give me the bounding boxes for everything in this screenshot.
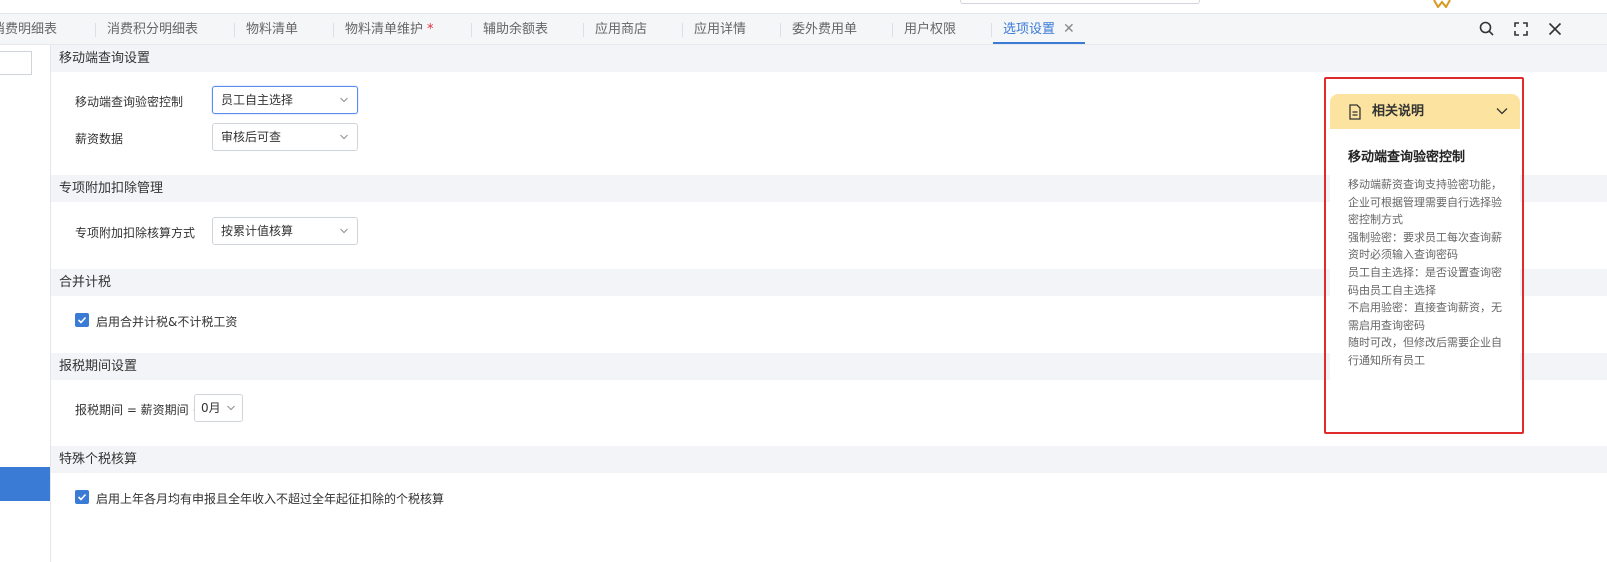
section-special-tax: 特殊个税核算 [51,446,1607,473]
chevron-down-icon [340,228,348,234]
top-bar [0,0,1607,14]
mascot-icon [1433,0,1451,8]
checkmark-icon [77,316,87,324]
deduction-method-label: 专项附加扣除核算方式 [75,226,196,240]
special-tax-checkbox[interactable] [75,490,89,504]
tab-bar: 消费明细表 消费积分明细表 物料清单 物料清单维护* 辅助余额表 应用商店 应用… [0,14,1607,45]
modified-marker: * [427,22,434,37]
chevron-down-icon [340,134,348,140]
tab-separator [471,23,472,37]
deduction-method-select[interactable]: 按累计值核算 [212,217,358,245]
salary-data-select[interactable]: 审核后可查 [212,123,358,151]
close-icon[interactable] [1546,20,1564,38]
tab-bom-maintenance[interactable]: 物料清单维护 * [345,14,434,45]
tab-aux-balance[interactable]: 辅助余额表 [483,14,548,45]
tab-points-detail[interactable]: 消费积分明细表 [107,14,198,45]
tab-separator [780,23,781,37]
left-panel [0,45,51,562]
tax-period-formula-label: 报税期间 = 薪资期间 + [75,403,203,417]
tab-separator [991,23,992,37]
special-tax-checkbox-label: 启用上年各月均有申报且全年收入不超过全年起征扣除的个税核算 [96,492,445,506]
left-selected-item[interactable] [0,467,50,501]
help-highlight-outline [1324,77,1524,434]
merged-tax-checkbox-label: 启用合并计税&不计税工资 [96,315,238,329]
search-icon[interactable] [1478,20,1496,38]
chevron-down-icon [340,97,348,103]
tab-separator [333,23,334,37]
tab-app-detail[interactable]: 应用详情 [694,14,746,45]
tab-separator [682,23,683,37]
tax-period-offset-select[interactable]: 0月 [194,394,243,422]
tab-consumption-detail[interactable]: 消费明细表 [0,14,57,45]
mobile-verify-label: 移动端查询验密控制 [75,95,184,109]
tab-app-store[interactable]: 应用商店 [595,14,647,45]
checkmark-icon [77,493,87,501]
tab-separator [95,23,96,37]
tab-user-permissions[interactable]: 用户权限 [904,14,956,45]
tab-close-icon[interactable]: ✕ [1063,21,1075,37]
tab-separator [234,23,235,37]
salary-data-label: 薪资数据 [75,132,124,146]
merged-tax-checkbox[interactable] [75,313,89,327]
fullscreen-icon[interactable] [1512,20,1530,38]
global-search-box[interactable] [960,0,1200,4]
tab-separator [892,23,893,37]
mobile-verify-select[interactable]: 员工自主选择 [212,86,358,114]
chevron-down-icon [227,405,235,411]
tab-separator [583,23,584,37]
left-filter-input[interactable] [0,51,32,75]
tab-bom[interactable]: 物料清单 [246,14,298,45]
tab-option-settings[interactable]: 选项设置 ✕ [993,14,1085,45]
section-mobile-query: 移动端查询设置 [51,45,1607,72]
tab-outsourcing-expense[interactable]: 委外费用单 [792,14,857,45]
active-tab-indicator [993,42,1085,44]
